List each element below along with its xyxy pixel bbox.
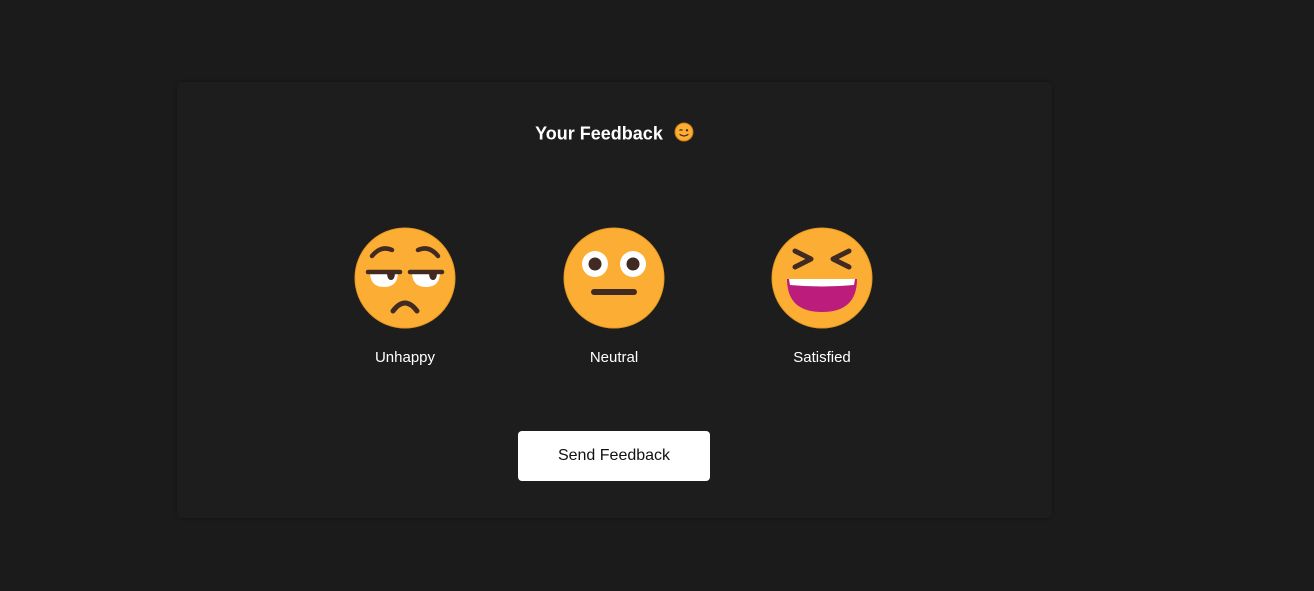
send-feedback-button[interactable]: Send Feedback (518, 431, 710, 481)
feedback-card: Your Feedback Unhappy Neutral Satisfied … (177, 82, 1052, 518)
unamused-face-icon (354, 227, 456, 329)
feedback-title-text: Your Feedback (535, 123, 663, 144)
neutral-face-icon (563, 227, 665, 329)
feedback-title: Your Feedback (177, 120, 1052, 145)
option-unhappy[interactable]: Unhappy (345, 227, 465, 367)
grinning-squinting-face-icon (771, 227, 873, 329)
option-satisfied[interactable]: Satisfied (762, 227, 882, 367)
smiling-face-icon (674, 122, 694, 142)
option-label: Satisfied (793, 349, 851, 366)
option-label: Neutral (589, 349, 639, 366)
option-neutral[interactable]: Neutral (554, 227, 674, 367)
option-label: Unhappy (374, 349, 436, 366)
